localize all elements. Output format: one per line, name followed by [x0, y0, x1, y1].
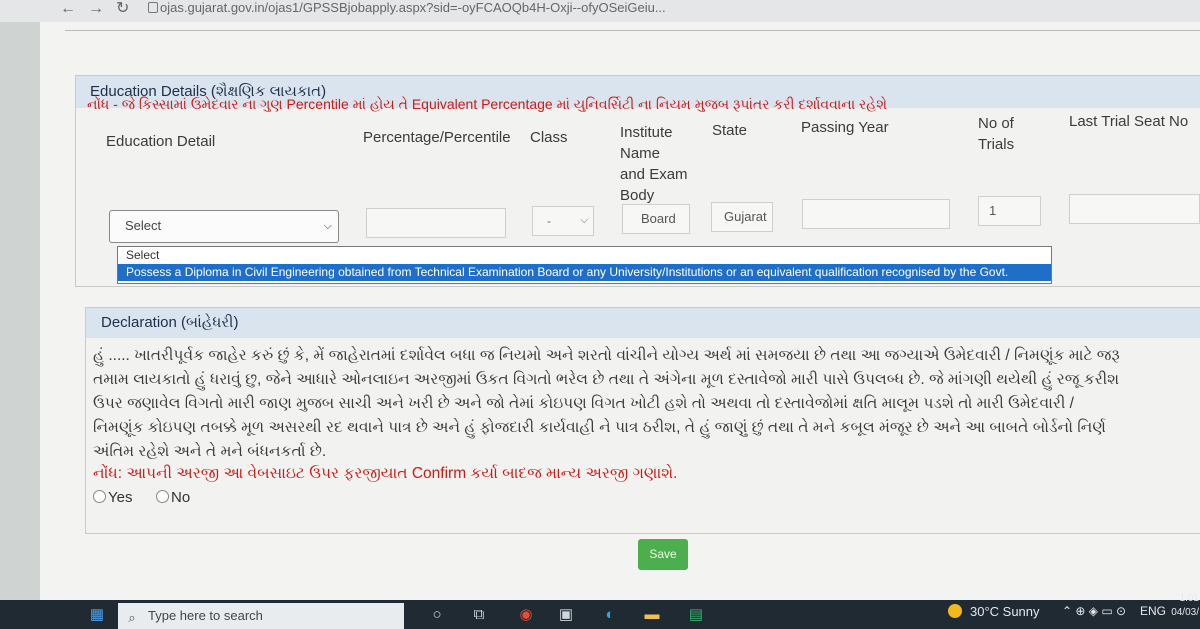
weather-widget[interactable]: 30°C Sunny	[948, 602, 1040, 622]
chrome-icon[interactable]: ◉	[516, 606, 536, 624]
declaration-text: હું ..... ખાતરીપૂર્વક જાહેર કરું છું કે,…	[93, 344, 1200, 464]
declaration-line: અંતિમ રહેશે અને તે મને બંધનકર્તા છે.	[93, 443, 327, 460]
radio-icon	[156, 490, 169, 503]
col-institute-line: Name	[620, 145, 661, 162]
cortana-icon[interactable]: ○	[428, 606, 446, 624]
col-percentage: Percentage/Percentile	[363, 129, 511, 146]
col-trials-line: No of	[978, 115, 1014, 132]
state-input[interactable]: Gujarat	[711, 202, 773, 232]
taskbar-clock[interactable]: 1:01 04/03/	[1165, 592, 1199, 620]
edge-icon[interactable]: ◐	[600, 606, 620, 624]
col-class: Class	[530, 129, 568, 146]
yes-radio-label: Yes	[108, 489, 133, 506]
class-select[interactable]: - ⌵	[532, 206, 594, 236]
confirm-note: નોંધ: આપની અરજી આ વેબસાઇટ ઉપર ફરજીયાત Co…	[93, 465, 678, 482]
declaration-line: ઉપર જણાવેલ વિગતો મારી જાણ મુજબ સાચી અને …	[93, 395, 1074, 412]
education-detail-dropdown: Select Possess a Diploma in Civil Engine…	[117, 246, 1052, 284]
address-bar[interactable]: ojas.gujarat.gov.in/ojas1/GPSSBjobapply.…	[160, 0, 666, 16]
forward-icon[interactable]: →	[88, 0, 104, 18]
system-tray-icons[interactable]: ⌃ ⊕ ◈ ▭ ⊙	[1062, 604, 1126, 618]
declaration-line: તમામ લાયકાતો હું ધરાવું છુ, જેને આધારે ઓ…	[93, 371, 1120, 388]
col-last-trial-seat-no: Last Trial Seat No	[1069, 113, 1189, 130]
radio-icon	[93, 490, 106, 503]
declaration-panel: Declaration (બાંહેધરી) હું ..... ખાતરીપૂ…	[85, 307, 1200, 534]
dropdown-option-selected[interactable]: Possess a Diploma in Civil Engineering o…	[118, 264, 1051, 281]
chevron-down-icon: ⌵	[323, 220, 332, 232]
declaration-line: હું ..... ખાતરીપૂર્વક જાહેર કરું છું કે,…	[93, 347, 1120, 364]
class-select-value: -	[547, 214, 551, 228]
no-radio[interactable]: No	[156, 489, 190, 507]
excel-icon[interactable]: ▤	[686, 606, 706, 624]
education-detail-select-value: Select	[125, 218, 162, 233]
col-institute-line: and Exam	[620, 166, 688, 183]
file-explorer-icon[interactable]: ▬	[642, 606, 662, 624]
task-view-icon[interactable]: ⧉	[470, 606, 488, 624]
chevron-down-icon: ⌵	[580, 215, 588, 226]
back-icon[interactable]: ←	[60, 0, 76, 18]
language-indicator[interactable]: ENG	[1140, 604, 1166, 618]
sun-icon	[948, 604, 962, 618]
percentage-input[interactable]	[366, 208, 506, 238]
institute-input[interactable]: Board	[622, 204, 690, 234]
clock-date: 04/03/	[1171, 607, 1199, 618]
divider	[65, 30, 1200, 31]
search-icon: ⌕	[128, 610, 136, 625]
clock-time: 1:01	[1179, 593, 1199, 604]
reload-icon[interactable]: ↻	[116, 0, 129, 18]
education-detail-select[interactable]: Select ⌵	[109, 210, 339, 243]
percentile-note: નોંધ - જે કિસ્સામાં ઉમેદવાર ના ગુણ Perce…	[87, 96, 888, 112]
taskbar-search-input[interactable]: Type here to search	[118, 603, 404, 629]
passing-year-input[interactable]	[802, 199, 950, 229]
word-icon[interactable]: ▣	[556, 606, 576, 624]
weather-text: 30°C Sunny	[970, 604, 1040, 619]
declaration-title: Declaration (બાંહેધરી)	[86, 308, 1200, 338]
col-institute: Institute Name and Exam Body	[620, 122, 688, 206]
col-institute-line: Institute	[620, 124, 673, 141]
dropdown-option[interactable]: Select	[118, 247, 1051, 264]
yes-radio[interactable]: Yes	[93, 489, 132, 507]
last-trial-seat-input[interactable]	[1069, 194, 1200, 224]
col-institute-line: Body	[620, 187, 655, 204]
col-passing-year: Passing Year	[801, 119, 889, 136]
col-state: State	[712, 122, 748, 139]
col-no-of-trials: No of Trials	[978, 113, 1014, 155]
windows-start-icon[interactable]: ▦	[88, 606, 106, 624]
col-trials-line: Trials	[978, 136, 1015, 153]
browser-toolbar: ← → ↻ ojas.gujarat.gov.in/ojas1/GPSSBjob…	[0, 0, 1200, 22]
no-of-trials-input[interactable]: 1	[978, 196, 1041, 226]
no-radio-label: No	[171, 489, 191, 506]
declaration-line: નિમણૂંક કોઇપણ તબક્કે મૂળ અસરથી રદ થવાને …	[93, 419, 1106, 436]
save-button[interactable]: Save	[638, 539, 688, 570]
col-education-detail: Education Detail	[106, 133, 216, 150]
lock-icon	[148, 2, 158, 13]
